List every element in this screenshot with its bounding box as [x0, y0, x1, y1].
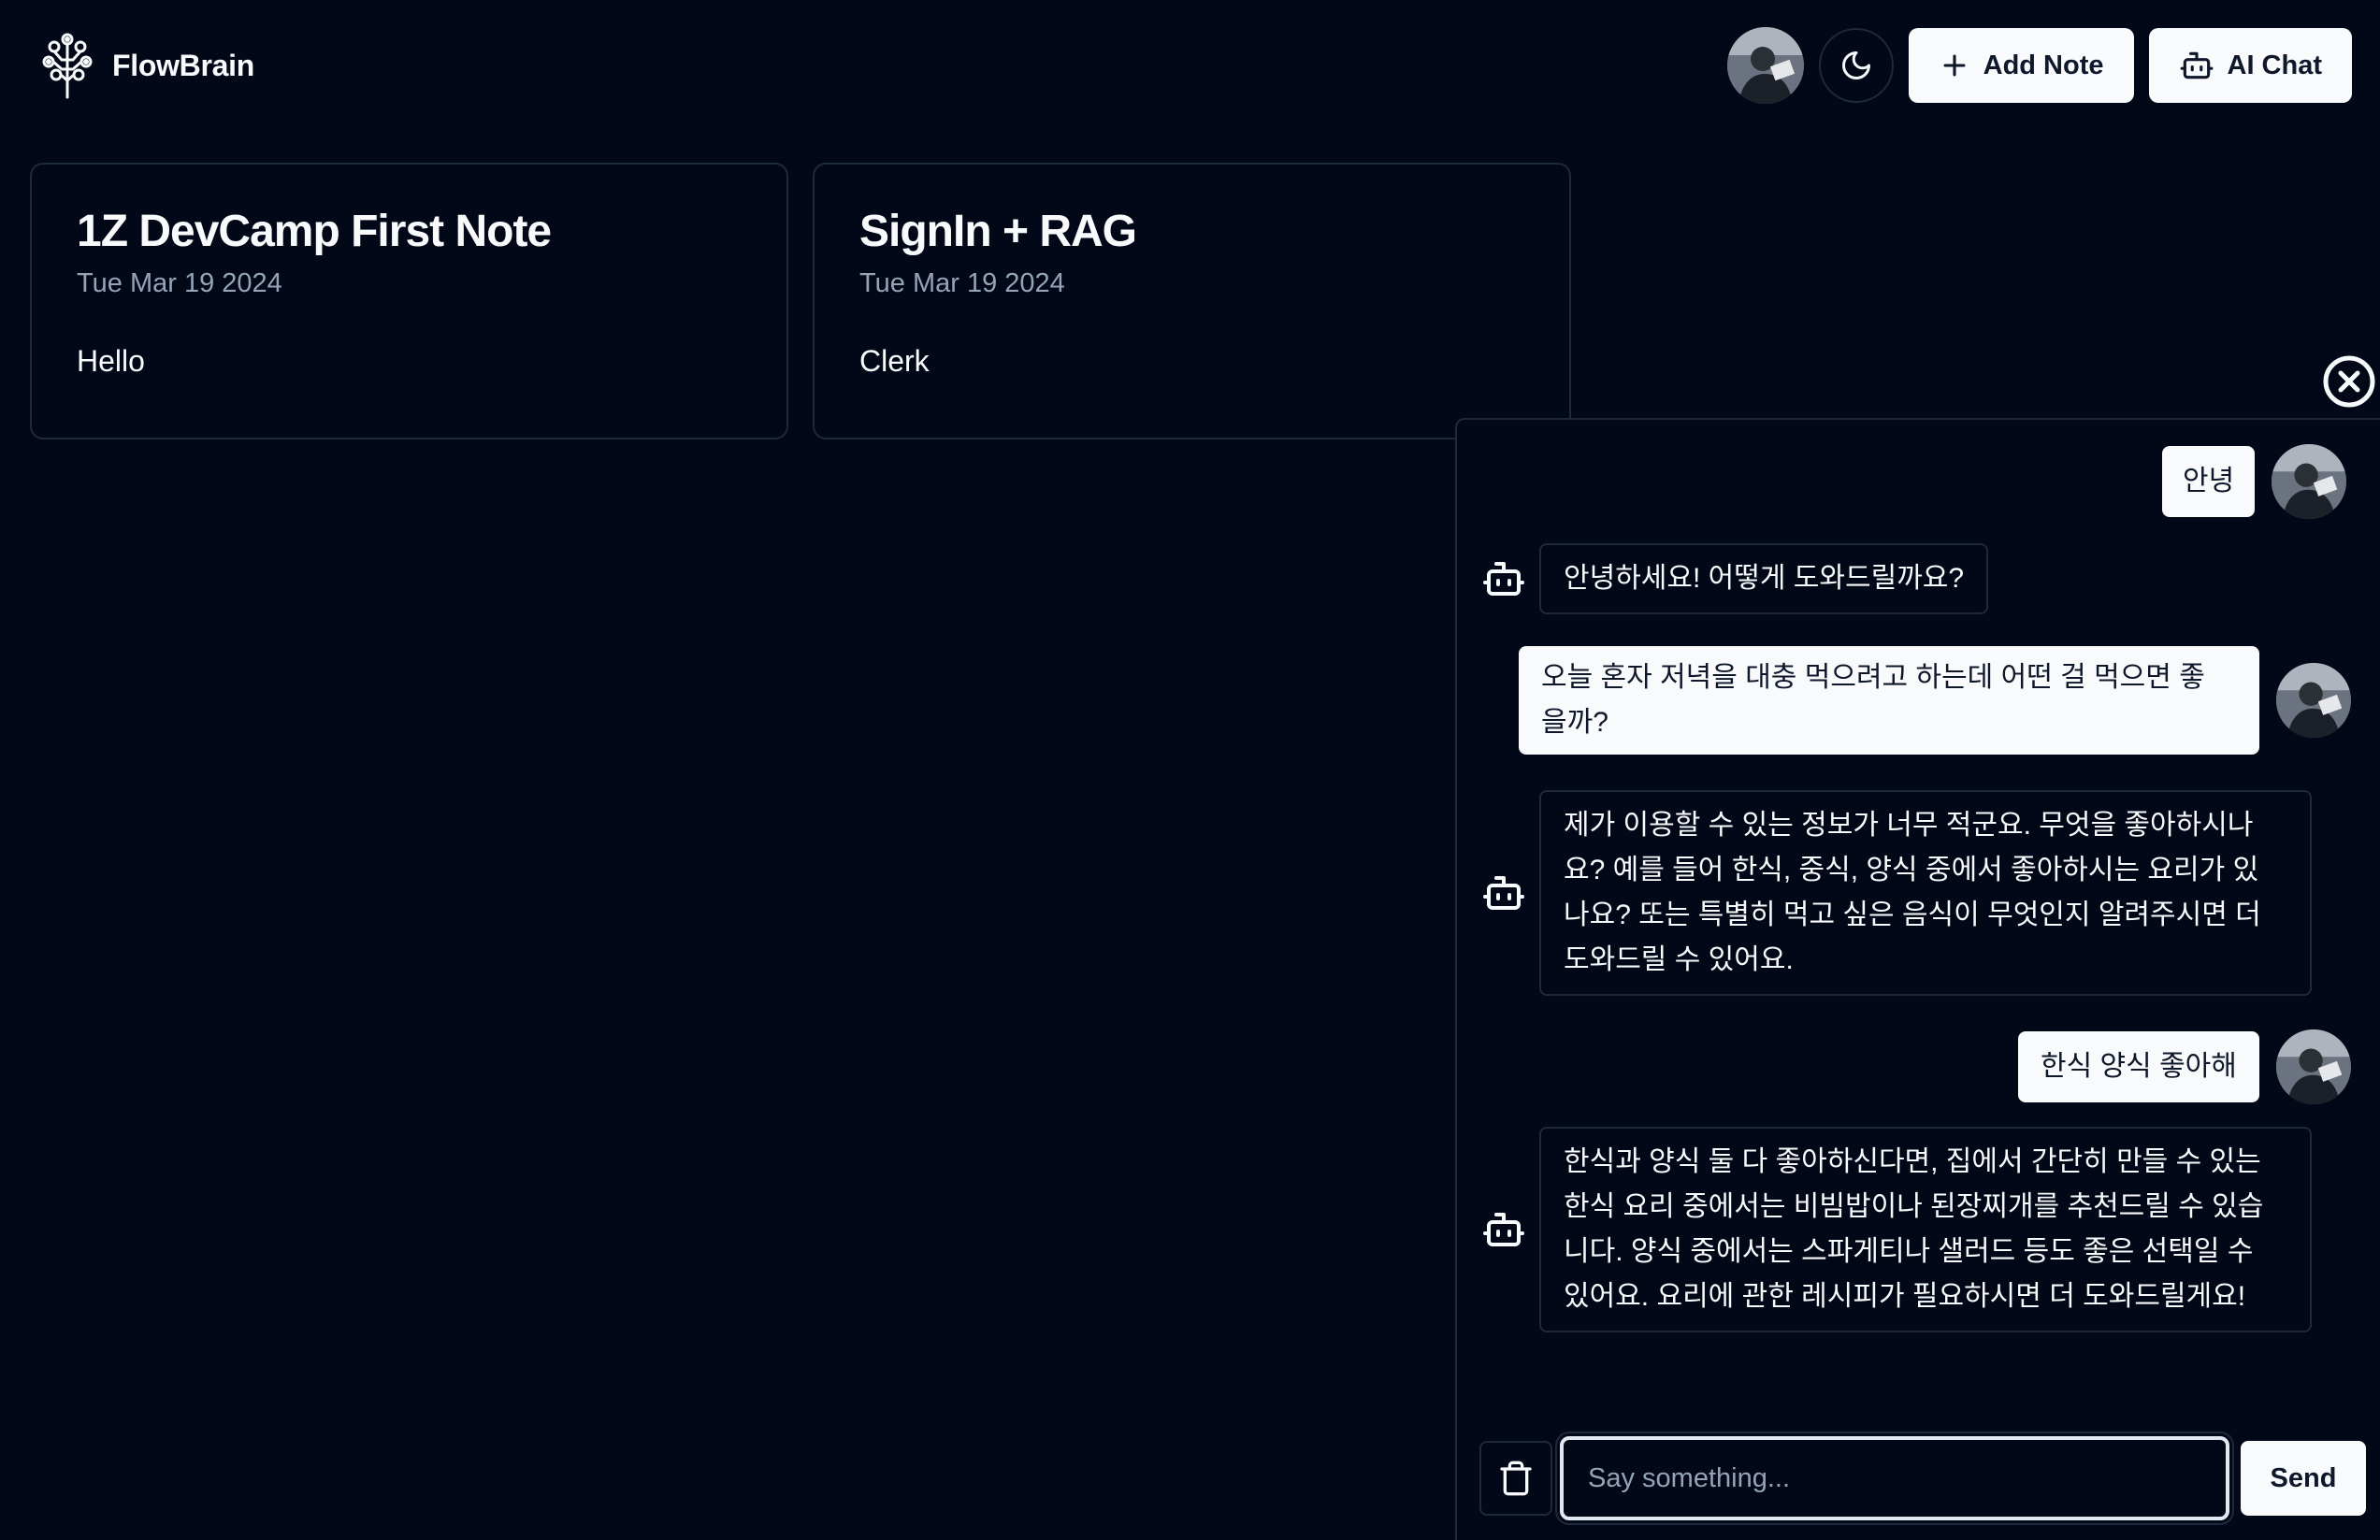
- note-content: Hello: [77, 344, 145, 378]
- message-line: 있어요. 요리에 관한 레시피가 필요하시면 더 도와드릴게요!: [1564, 1281, 2246, 1312]
- bot-icon: [2180, 51, 2213, 79]
- brand-name: FlowBrain: [112, 48, 254, 82]
- close-chat-button[interactable]: [2323, 355, 2375, 408]
- close-circle-icon: [2323, 355, 2375, 408]
- top-navbar: FlowBrain Add Note AI Chat: [0, 0, 2380, 131]
- trash-icon: [1500, 1461, 1532, 1496]
- bot-icon: [1483, 876, 1524, 910]
- message-line: 나요? 또는 특별히 먹고 싶은 음식이 무엇인지 알려주시면 더: [1564, 900, 2261, 930]
- ai-chat-label: AI Chat: [2227, 50, 2323, 80]
- note-date: Tue Mar 19 2024: [77, 268, 282, 298]
- message-line: 니다. 양식 중에서는 스파게티나 샐러드 등도 좋은 선택일 수: [1564, 1236, 2254, 1267]
- user-avatar-button[interactable]: [1726, 27, 1804, 104]
- chat-message-assistant: 한식과 양식 둘 다 좋아하신다면, 집에서 간단히 만들 수 있는 한식 요리…: [1481, 1127, 2312, 1332]
- note-date: Tue Mar 19 2024: [859, 268, 1065, 298]
- note-title: 1Z DevCamp First Note: [77, 207, 552, 256]
- theme-toggle-button[interactable]: [1818, 28, 1894, 103]
- brain-logo-icon: [42, 33, 93, 99]
- add-note-label: Add Note: [1983, 50, 2104, 80]
- assistant-message-bubble: 한식과 양식 둘 다 좋아하신다면, 집에서 간단히 만들 수 있는 한식 요리…: [1539, 1127, 2312, 1332]
- chat-message-user: 안녕: [2162, 444, 2347, 519]
- user-message-bubble: 오늘 혼자 저녁을 대충 먹으려고 하는데 어떤 걸 먹으면 좋 을까?: [1519, 646, 2259, 755]
- chat-message-user: 한식 양식 좋아해: [2018, 1029, 2351, 1104]
- plus-icon: [1943, 54, 1966, 77]
- user-message-bubble: 한식 양식 좋아해: [2018, 1031, 2259, 1102]
- avatar: [2276, 663, 2351, 738]
- assistant-message-bubble: 안녕하세요! 어떻게 도와드릴까요?: [1539, 543, 1989, 614]
- ai-chat-button[interactable]: AI Chat: [2148, 28, 2352, 103]
- clear-chat-button[interactable]: [1479, 1441, 1552, 1516]
- message-line: 을까?: [1541, 707, 1608, 738]
- note-content: Clerk: [859, 344, 930, 378]
- bot-icon: [1483, 562, 1524, 596]
- moon-icon: [1841, 51, 1870, 79]
- bot-icon: [1483, 1213, 1524, 1246]
- chat-message-user: 오늘 혼자 저녁을 대충 먹으려고 하는데 어떤 걸 먹으면 좋 을까?: [1519, 646, 2351, 755]
- note-title: SignIn + RAG: [859, 207, 1137, 256]
- user-message-bubble: 안녕: [2162, 446, 2256, 517]
- note-card[interactable]: 1Z DevCamp First Note Tue Mar 19 2024 He…: [30, 163, 788, 439]
- chat-message-assistant: 안녕하세요! 어떻게 도와드릴까요?: [1481, 543, 1989, 614]
- message-line: 한식 요리 중에서는 비빔밥이나 된장찌개를 추천드릴 수 있습: [1564, 1191, 2264, 1222]
- chat-message-assistant: 제가 이용할 수 있는 정보가 너무 적군요. 무엇을 좋아하시나 요? 예를 …: [1481, 790, 2312, 996]
- message-line: 요? 예를 들어 한식, 중식, 양식 중에서 좋아하시는 요리가 있: [1564, 855, 2259, 885]
- ai-chat-panel: 안녕 안녕하세요! 어떻게 도와드릴까요? 오늘 혼자 저녁을 대충 먹으려고 …: [1455, 418, 2380, 1540]
- message-line: 도와드릴 수 있어요.: [1564, 944, 1794, 975]
- avatar: [1726, 27, 1804, 104]
- chat-composer: Send: [1479, 1436, 2368, 1520]
- flowbrain-app: FlowBrain Add Note AI Chat 1Z DevCamp Fi…: [0, 0, 2380, 1540]
- message-line: 제가 이용할 수 있는 정보가 너무 적군요. 무엇을 좋아하시나: [1564, 810, 2254, 841]
- send-button[interactable]: Send: [2241, 1441, 2366, 1516]
- message-line: 한식과 양식 둘 다 좋아하신다면, 집에서 간단히 만들 수 있는: [1564, 1146, 2261, 1177]
- note-card[interactable]: SignIn + RAG Tue Mar 19 2024 Clerk: [813, 163, 1571, 439]
- avatar: [2275, 1029, 2351, 1104]
- avatar: [2272, 444, 2347, 519]
- header-actions: Add Note AI Chat: [1726, 27, 2352, 104]
- message-line: 오늘 혼자 저녁을 대충 먹으려고 하는데 어떤 걸 먹으면 좋: [1541, 662, 2205, 693]
- add-note-button[interactable]: Add Note: [1908, 28, 2134, 103]
- chat-message-input[interactable]: [1560, 1436, 2229, 1520]
- notes-grid: 1Z DevCamp First Note Tue Mar 19 2024 He…: [30, 163, 1571, 439]
- assistant-message-bubble: 제가 이용할 수 있는 정보가 너무 적군요. 무엇을 좋아하시나 요? 예를 …: [1539, 790, 2312, 996]
- brand-link[interactable]: FlowBrain: [41, 32, 254, 99]
